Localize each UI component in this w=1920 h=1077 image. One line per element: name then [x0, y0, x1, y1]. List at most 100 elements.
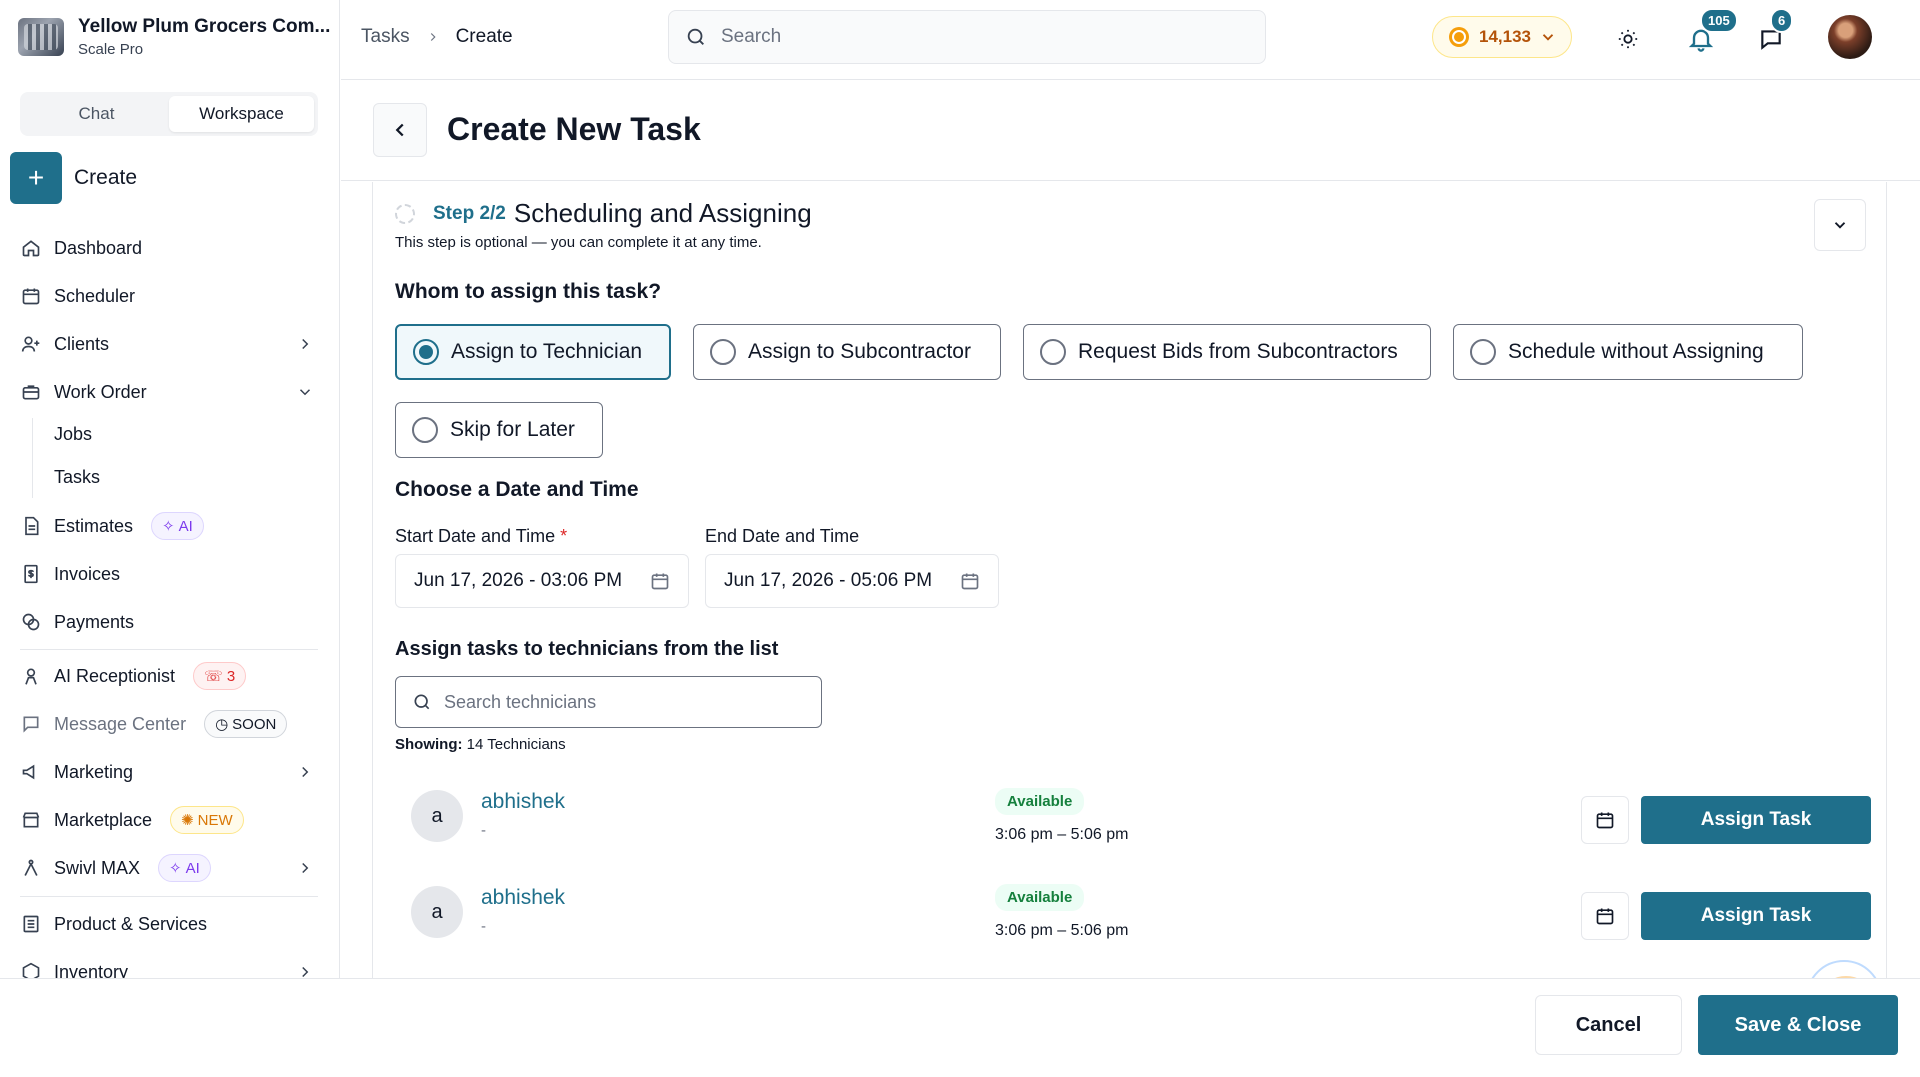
credits-dropdown[interactable]: 14,133	[1432, 16, 1572, 58]
assign-task-button[interactable]: Assign Task	[1641, 892, 1871, 940]
invoice-icon	[20, 563, 42, 585]
sidebar-item-label: Marketing	[54, 761, 134, 782]
option-assign-technician[interactable]: Assign to Technician	[395, 324, 671, 380]
sidebar-item-label: Invoices	[54, 563, 121, 584]
sidebar-item-payments[interactable]: Payments	[20, 606, 320, 638]
sidebar-item-label: Marketplace	[54, 809, 153, 830]
sparkle-icon: ✧	[169, 860, 182, 877]
radio-button	[413, 339, 439, 365]
missed-calls-count: 3	[226, 667, 236, 685]
option-skip-for-later[interactable]: Skip for Later	[395, 402, 603, 458]
catalog-icon	[20, 913, 42, 935]
sidebar-item-label: Work Order	[54, 381, 147, 402]
breadcrumb-tasks[interactable]: Tasks	[361, 26, 410, 48]
chevron-right-icon	[296, 763, 314, 781]
credits-value: 14,133	[1479, 27, 1531, 46]
technicians-heading: Assign tasks to technicians from the lis…	[395, 638, 779, 660]
sidebar-item-message-center[interactable]: Message Center ◷ SOON	[20, 708, 320, 740]
assign-task-button[interactable]: Assign Task	[1641, 796, 1871, 844]
technician-search[interactable]	[395, 676, 822, 728]
chevron-right-icon	[296, 963, 314, 978]
messages-button[interactable]: 6	[1754, 8, 1794, 56]
sidebar-item-invoices[interactable]: Invoices	[20, 558, 320, 590]
sidebar-item-estimates[interactable]: Estimates ✧ AI	[20, 510, 320, 542]
option-schedule-without-assigning[interactable]: Schedule without Assigning	[1453, 324, 1803, 380]
cancel-button[interactable]: Cancel	[1535, 995, 1682, 1055]
sidebar-item-label: Swivl MAX	[54, 857, 141, 878]
sidebar-item-work-order[interactable]: Work Order	[20, 376, 320, 408]
view-schedule-button[interactable]	[1581, 796, 1629, 844]
sparkle-icon: ✺	[181, 812, 194, 829]
sidebar-item-jobs[interactable]: Jobs	[54, 424, 92, 445]
end-date-input[interactable]: Jun 17, 2026 - 05:06 PM	[705, 554, 999, 608]
option-request-bids[interactable]: Request Bids from Subcontractors	[1023, 324, 1431, 380]
notifications-button[interactable]: 105	[1684, 8, 1738, 56]
new-badge: ✺ NEW	[170, 806, 244, 834]
save-close-button[interactable]: Save & Close	[1698, 995, 1898, 1055]
coins-icon	[20, 611, 42, 633]
technician-name[interactable]: abhishek	[481, 790, 565, 814]
technician-avatar: a	[411, 790, 463, 842]
technician-search-input[interactable]	[444, 691, 804, 713]
sidebar-item-label: Estimates	[54, 515, 134, 536]
ai-badge: ✧ AI	[151, 512, 204, 540]
calendar-icon	[1595, 906, 1615, 926]
sidebar: Yellow Plum Grocers Com... Scale Pro Cha…	[0, 0, 340, 978]
chat-tab[interactable]: Chat	[24, 96, 169, 132]
soon-badge: ◷ SOON	[204, 710, 288, 738]
user-avatar[interactable]	[1828, 15, 1872, 59]
sidebar-item-scheduler[interactable]: Scheduler	[20, 280, 320, 312]
sidebar-item-marketing[interactable]: Marketing	[20, 756, 320, 788]
sidebar-item-marketplace[interactable]: Marketplace ✺ NEW	[20, 804, 320, 836]
technician-subtitle: -	[481, 918, 486, 935]
back-button[interactable]	[373, 103, 427, 157]
top-bar: Tasks Create 14,133 105 6	[341, 0, 1920, 80]
showing-value: 14 Technicians	[466, 736, 566, 753]
table-row: a abhishek - Available 3:06 pm – 5:06 pm…	[395, 868, 1871, 948]
clock-icon: ◷	[215, 716, 229, 733]
sidebar-item-product-services[interactable]: Product & Services	[20, 908, 320, 940]
breadcrumb-current: Create	[455, 26, 513, 47]
radio-button	[710, 339, 736, 365]
step-card: Step 2/2 Scheduling and Assigning This s…	[372, 182, 1887, 978]
workspace-tab[interactable]: Workspace	[169, 96, 314, 132]
option-assign-subcontractor[interactable]: Assign to Subcontractor	[693, 324, 1001, 380]
messages-badge: 6	[1770, 8, 1794, 33]
sidebar-item-clients[interactable]: Clients	[20, 328, 320, 360]
radio-button	[412, 417, 438, 443]
step-title: Scheduling and Assigning	[513, 198, 812, 228]
datetime-heading: Choose a Date and Time	[395, 478, 639, 501]
sidebar-item-label: Scheduler	[54, 285, 136, 306]
theme-toggle[interactable]	[1611, 22, 1645, 56]
search-icon	[685, 26, 707, 48]
sidebar-item-tasks[interactable]: Tasks	[54, 467, 100, 488]
calendar-icon	[960, 571, 980, 591]
breadcrumb: Tasks Create	[361, 26, 513, 48]
radio-button	[1470, 339, 1496, 365]
status-badge: Available	[995, 884, 1085, 911]
search-input[interactable]	[721, 26, 1221, 48]
sidebar-item-ai-receptionist[interactable]: AI Receptionist ☏ 3	[20, 660, 320, 692]
start-date-label: Start Date and Time *	[395, 526, 567, 547]
notifications-badge: 105	[1700, 8, 1738, 33]
org-logo	[18, 18, 64, 56]
compass-icon	[20, 857, 42, 879]
create-button[interactable]: + Create	[10, 152, 137, 204]
start-date-input[interactable]: Jun 17, 2026 - 03:06 PM	[395, 554, 689, 608]
ai-badge-label: AI	[185, 859, 200, 877]
global-search[interactable]	[668, 10, 1266, 64]
option-label: Assign to Technician	[451, 340, 643, 363]
technician-name[interactable]: abhishek	[481, 886, 565, 910]
org-switcher[interactable]: Yellow Plum Grocers Com... Scale Pro	[18, 16, 330, 58]
option-label: Schedule without Assigning	[1508, 340, 1764, 363]
status-badge: Available	[995, 788, 1085, 815]
calendar-icon	[650, 571, 670, 591]
user-plus-icon	[20, 333, 42, 355]
ai-badge-label: AI	[178, 517, 193, 535]
sidebar-item-swivl-max[interactable]: Swivl MAX ✧ AI	[20, 852, 320, 884]
collapse-step-button[interactable]	[1814, 199, 1866, 251]
view-schedule-button[interactable]	[1581, 892, 1629, 940]
calendar-icon	[1595, 810, 1615, 830]
sidebar-item-dashboard[interactable]: Dashboard	[20, 232, 320, 264]
sidebar-item-inventory[interactable]: Inventory	[20, 956, 320, 978]
